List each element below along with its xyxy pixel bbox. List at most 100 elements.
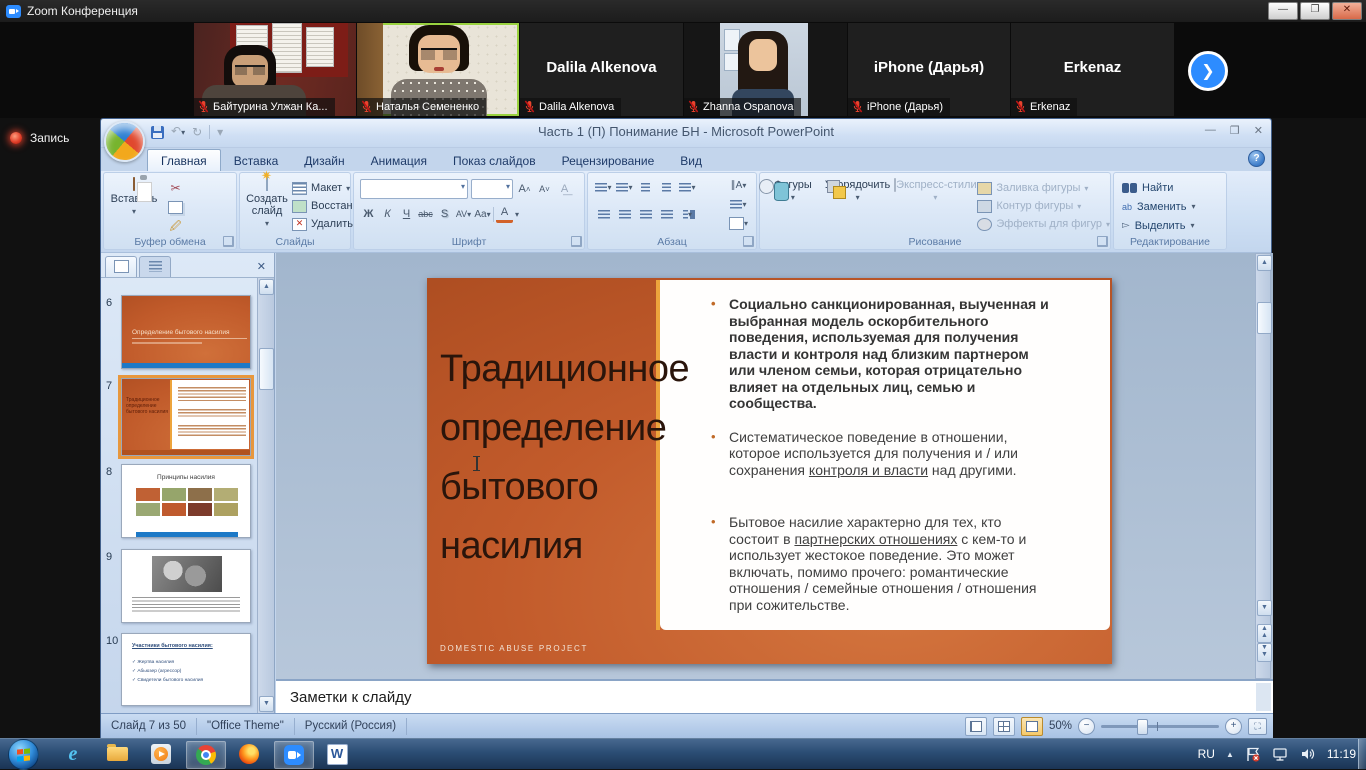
tab-design[interactable]: Дизайн: [291, 150, 357, 171]
slide-content-panel[interactable]: Социально санкционированная, выученная и…: [660, 280, 1110, 630]
underline-button[interactable]: Ч: [398, 206, 415, 223]
change-case-button[interactable]: Aa▾: [474, 206, 491, 223]
notes-scrollbar[interactable]: [1256, 683, 1271, 711]
tab-insert[interactable]: Вставка: [221, 150, 292, 171]
align-text-button[interactable]: ▾: [729, 196, 748, 213]
undo-button[interactable]: ↶▾: [171, 125, 185, 139]
office-button[interactable]: [104, 121, 145, 162]
slide-bullets[interactable]: Социально санкционированная, выученная и…: [706, 296, 1052, 649]
zoom-out-button[interactable]: −: [1078, 718, 1095, 735]
font-name-combo[interactable]: [360, 179, 468, 199]
minimize-button[interactable]: —: [1268, 2, 1298, 20]
start-button[interactable]: [8, 739, 39, 770]
participant-tile-natalya-active-speaker[interactable]: Наталья Семененко: [357, 23, 519, 116]
slide-thumbnail-6[interactable]: Определение бытового насилия: [121, 295, 251, 369]
language-indicator[interactable]: RU: [1198, 747, 1215, 761]
decrease-indent-button[interactable]: [636, 179, 655, 196]
taskbar-file-explorer[interactable]: [98, 741, 136, 767]
main-scrollbar[interactable]: ▲ ▼ ▲▲ ▼▼: [1255, 253, 1271, 679]
action-center-flag-icon[interactable]: [1245, 747, 1261, 762]
normal-view-button[interactable]: [965, 717, 987, 736]
line-spacing-button[interactable]: ▾: [678, 179, 697, 196]
hidden-icons-button[interactable]: ▲: [1226, 750, 1234, 759]
zoom-level[interactable]: 50%: [1049, 720, 1072, 732]
qat-customize-button[interactable]: ▾: [217, 126, 223, 138]
format-painter-button[interactable]: 🖉: [166, 219, 185, 236]
tab-animation[interactable]: Анимация: [358, 150, 440, 171]
ppt-title-bar[interactable]: Часть 1 (П) Понимание БН - Microsoft Pow…: [101, 119, 1271, 148]
next-participants-page-button[interactable]: ❯: [1188, 51, 1228, 91]
ppt-close-button[interactable]: ✕: [1254, 124, 1263, 137]
shrink-font-button[interactable]: A˅: [536, 181, 553, 198]
network-icon[interactable]: [1272, 747, 1289, 762]
recording-indicator[interactable]: Запись: [10, 131, 69, 145]
panel-scrollbar[interactable]: ▲ ▼: [257, 278, 274, 713]
paste-button[interactable]: Вставить▾: [110, 178, 158, 218]
volume-icon[interactable]: [1300, 747, 1316, 761]
language-status[interactable]: Русский (Россия): [295, 718, 407, 735]
copy-button[interactable]: [166, 199, 185, 216]
character-spacing-button[interactable]: AV▾: [455, 206, 472, 223]
taskbar-word[interactable]: W: [318, 741, 356, 767]
find-button[interactable]: Найти: [1122, 178, 1195, 197]
paragraph-dialog-launcher[interactable]: [743, 236, 754, 247]
tab-review[interactable]: Рецензирование: [549, 150, 668, 171]
columns-button[interactable]: ▾: [678, 206, 697, 223]
participant-tile-erkenaz[interactable]: Erkenaz Erkenaz: [1011, 23, 1174, 116]
text-shadow-button[interactable]: S: [436, 206, 453, 223]
strikethrough-button[interactable]: abc: [417, 206, 434, 223]
close-button[interactable]: ✕: [1332, 2, 1362, 20]
scrollbar-thumb[interactable]: [1257, 302, 1272, 334]
scroll-up-arrow[interactable]: ▲: [259, 279, 274, 295]
panel-close-button[interactable]: ✕: [257, 260, 270, 273]
bullets-button[interactable]: ▾: [594, 179, 613, 196]
increase-indent-button[interactable]: [657, 179, 676, 196]
numbering-button[interactable]: ▾: [615, 179, 634, 196]
shape-outline-button[interactable]: Контур фигуры▾: [977, 197, 1110, 215]
drawing-dialog-launcher[interactable]: [1097, 236, 1108, 247]
slide-thumbnail-10[interactable]: Участники бытового насилия: ✓ Жертва нас…: [121, 633, 251, 706]
align-left-button[interactable]: [594, 206, 613, 223]
new-slide-button[interactable]: Создать слайд▾: [244, 178, 290, 230]
zoom-slider-thumb[interactable]: [1137, 719, 1148, 735]
slide-thumbnail-9[interactable]: [121, 549, 251, 623]
clock[interactable]: 11:19: [1327, 747, 1356, 761]
font-color-button[interactable]: А: [496, 206, 513, 223]
fit-to-window-button[interactable]: ⛶: [1248, 718, 1267, 735]
shape-fill-button[interactable]: Заливка фигуры▾: [977, 179, 1110, 197]
participant-tile-iphone-darya[interactable]: iPhone (Дарья) iPhone (Дарья): [848, 23, 1010, 116]
font-dialog-launcher[interactable]: [571, 236, 582, 247]
slide-edit-area[interactable]: Социально санкционированная, выученная и…: [276, 253, 1273, 679]
shapes-button[interactable]: Фигуры▾: [764, 173, 822, 233]
taskbar-zoom-active[interactable]: [274, 741, 314, 769]
next-slide-button[interactable]: ▼▼: [1257, 643, 1272, 662]
bold-button[interactable]: Ж: [360, 206, 377, 223]
grow-font-button[interactable]: A˄: [516, 181, 533, 198]
tab-home[interactable]: Главная: [147, 149, 221, 171]
tab-slideshow[interactable]: Показ слайдов: [440, 150, 549, 171]
participant-tile-dalila[interactable]: Dalila Alkenova Dalila Alkenova: [520, 23, 683, 116]
taskbar-media-player[interactable]: [142, 741, 180, 767]
show-desktop-button[interactable]: [1358, 739, 1366, 769]
participant-tile-zhanna[interactable]: Zhanna Ospanova: [684, 23, 847, 116]
justify-button[interactable]: [657, 206, 676, 223]
slide-sorter-button[interactable]: [993, 717, 1015, 736]
align-center-button[interactable]: [615, 206, 634, 223]
smartart-convert-button[interactable]: ▾: [729, 215, 748, 232]
slides-tab[interactable]: [105, 256, 137, 277]
redo-button[interactable]: ↻: [192, 126, 202, 138]
outline-tab[interactable]: [139, 256, 171, 277]
cut-button[interactable]: ✂: [166, 179, 185, 196]
shape-effects-button[interactable]: Эффекты для фигур▾: [977, 215, 1110, 233]
previous-slide-button[interactable]: ▲▲: [1257, 624, 1272, 643]
replace-button[interactable]: abЗаменить▾: [1122, 197, 1195, 216]
save-button[interactable]: [151, 126, 164, 139]
notes-placeholder[interactable]: Заметки к слайду: [290, 689, 412, 706]
text-direction-button[interactable]: ∥A▾: [729, 177, 748, 194]
current-slide[interactable]: Социально санкционированная, выученная и…: [427, 278, 1112, 664]
scroll-down-arrow[interactable]: ▼: [259, 696, 274, 712]
arrange-button[interactable]: Упорядочить▾: [822, 173, 894, 233]
taskbar-chrome-active[interactable]: [186, 741, 226, 769]
zoom-slider[interactable]: [1101, 725, 1219, 728]
notes-pane[interactable]: Заметки к слайду: [276, 679, 1273, 713]
